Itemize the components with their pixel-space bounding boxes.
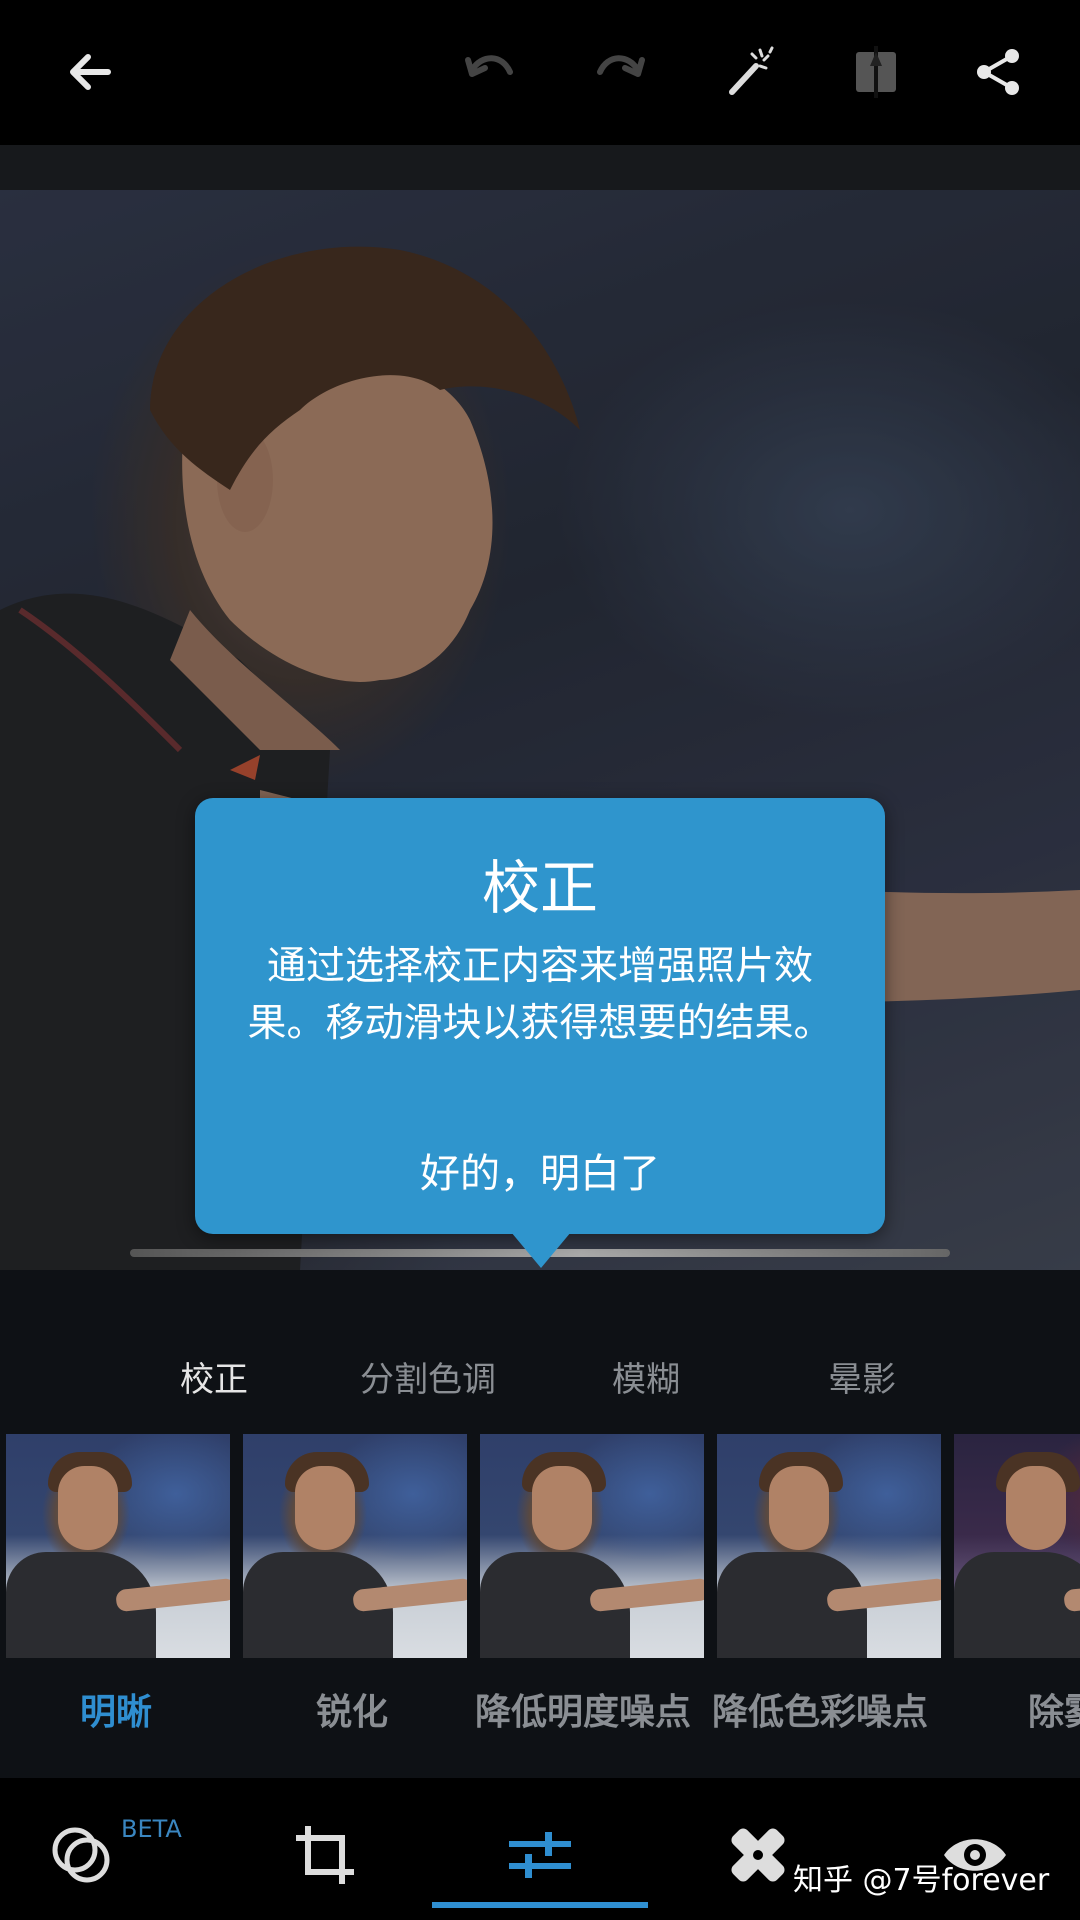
adjustment-label-sharpen[interactable]: 锐化 bbox=[316, 1683, 388, 1735]
adjustment-thumbnail[interactable] bbox=[6, 1434, 230, 1658]
adjustment-label-clarity[interactable]: 明晰 bbox=[80, 1683, 152, 1735]
adjustment-label-luminance-noise[interactable]: 降低明度噪点 bbox=[475, 1683, 691, 1735]
compare-icon[interactable] bbox=[842, 38, 910, 106]
adjustment-thumbnail[interactable] bbox=[243, 1434, 467, 1658]
magic-wand-icon[interactable] bbox=[716, 38, 784, 106]
adjustment-thumbnail[interactable] bbox=[717, 1434, 941, 1658]
toolbar-separator bbox=[0, 145, 1080, 190]
category-tab-correction[interactable]: 校正 bbox=[180, 1352, 248, 1401]
adjustment-label-color-noise[interactable]: 降低色彩噪点 bbox=[712, 1683, 928, 1735]
category-tab-vignette[interactable]: 晕影 bbox=[828, 1352, 896, 1401]
adjustments-icon[interactable] bbox=[500, 1815, 580, 1895]
top-toolbar bbox=[0, 0, 1080, 145]
undo-icon[interactable] bbox=[456, 38, 524, 106]
active-tab-indicator bbox=[432, 1902, 648, 1908]
tooltip-ok-button[interactable]: 好的，明白了 bbox=[195, 1141, 885, 1199]
watermark: 知乎 @7号forever bbox=[793, 1863, 1050, 1898]
adjustment-label-dehaze[interactable]: 除雾 bbox=[1028, 1683, 1080, 1735]
healing-icon[interactable] bbox=[718, 1815, 798, 1895]
tooltip-popup: 校正 通过选择校正内容来增强照片效果。移动滑块以获得想要的结果。 好的，明白了 bbox=[195, 798, 885, 1268]
tooltip-title: 校正 bbox=[481, 854, 598, 922]
redo-icon[interactable] bbox=[586, 38, 654, 106]
category-tab-blur[interactable]: 模糊 bbox=[612, 1352, 680, 1401]
adjustment-thumbnail[interactable] bbox=[480, 1434, 704, 1658]
share-icon[interactable] bbox=[964, 38, 1032, 106]
looks-icon[interactable] bbox=[40, 1815, 120, 1895]
category-tab-split-toning[interactable]: 分割色调 bbox=[360, 1352, 496, 1401]
arrow-left-icon[interactable] bbox=[56, 38, 124, 106]
tooltip-arrow bbox=[511, 1232, 571, 1268]
crop-icon[interactable] bbox=[285, 1815, 365, 1895]
beta-badge: BETA bbox=[121, 1815, 182, 1843]
adjustment-thumbnail[interactable] bbox=[954, 1434, 1080, 1658]
tooltip-body: 通过选择校正内容来增强照片效果。移动滑块以获得想要的结果。 bbox=[247, 944, 833, 1046]
